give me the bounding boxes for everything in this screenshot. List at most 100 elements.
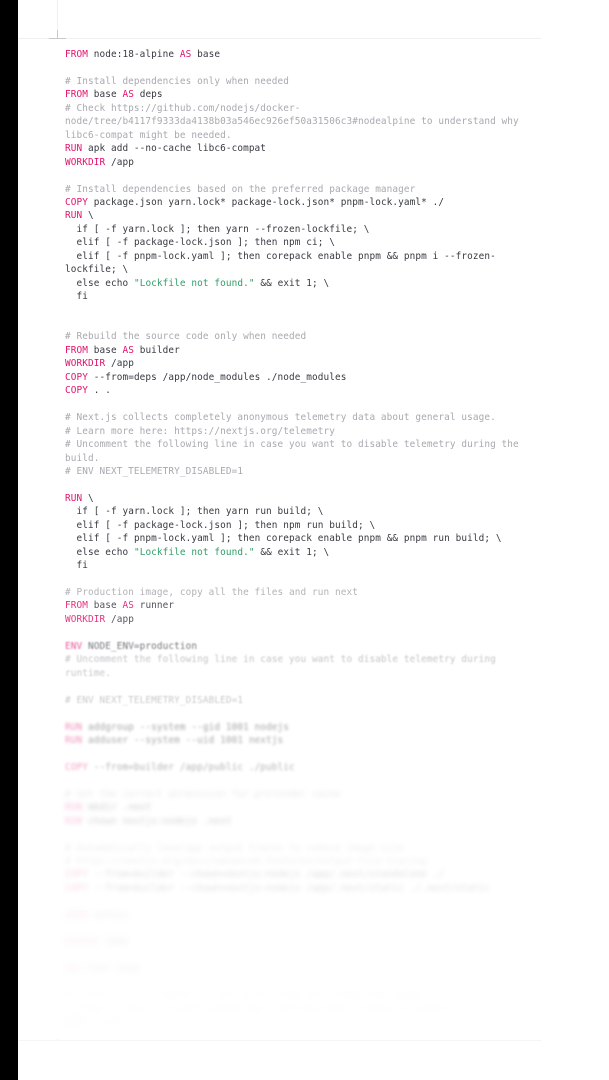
code-line: COPY --from=builder /app/public ./public [65,761,535,774]
code-line: EXPOSE 3000 [65,936,535,949]
code-line: else echo "Lockfile not found." && exit … [65,546,535,559]
code-token-plain: --from=builder /app/public ./public [87,761,295,773]
code-token-kw: COPY [65,761,88,773]
code-line: if [ -f yarn.lock ]; then yarn run build… [65,505,535,518]
code-token-kw: AS [122,89,134,101]
code-line: RUN apk add --no-cache libc6-compat [65,142,535,155]
code-token-comment: # Rebuild the source code only when need… [65,331,307,343]
code-line: RUN adduser --system --uid 1001 nextjs [65,734,535,747]
code-line: # https://nextjs.org/docs/pages/api-refe… [65,1003,535,1016]
code-line: WORKDIR /app [65,156,535,169]
code-token-plain: --from=builder --chown=nextjs:nodejs /ap… [87,882,491,894]
code-token-comment: # https://nextjs.org/docs/pages/api-refe… [65,1003,450,1015]
code-line: elif [ -f package-lock.json ]; then npm … [65,236,535,249]
code-token-kw: WORKDIR [65,358,106,370]
code-line: FROM base AS deps [65,88,535,101]
code-line: # Rebuild the source code only when need… [65,330,535,343]
code-token-plain: , [128,1017,140,1029]
code-token-kw: COPY [65,196,88,208]
code-token-plain: PORT 3000 [82,963,140,975]
code-token-comment: # ENV NEXT_TELEMETRY_DISABLED=1 [65,694,244,706]
left-edge-strip [0,0,18,1080]
code-token-plain: node:18-alpine [87,49,180,60]
code-token-kw: AS [122,600,134,612]
code-token-plain: /app [105,156,134,168]
code-token-plain: elif [ -f package-lock.json ]; then npm … [65,519,376,531]
code-line: RUN chown nextjs:nodejs .next [65,815,535,828]
code-line: COPY . . [65,384,535,397]
right-margin-whiteout [541,0,609,1080]
code-line: RUN \ [65,209,535,222]
code-token-kw: RUN [65,492,83,504]
code-token-kw: FROM [65,49,88,60]
code-token-kw: RUN [65,721,83,733]
code-line: # https://nextjs.org/docs/advanced-featu… [65,855,535,868]
code-token-plain: fi [65,291,88,303]
code-line: COPY --from=builder --chown=nextjs:nodej… [65,882,535,895]
code-line: # Check https://github.com/nodejs/docker… [65,102,535,142]
code-line: FROM base AS runner [65,599,535,612]
code-token-comment: # Automatically leverage output traces t… [65,842,404,854]
code-line: ENV NODE_ENV=production [65,640,535,653]
bottom-margin-whiteout [18,1041,609,1080]
code-token-comment: # ENV NEXT_TELEMETRY_DISABLED=1 [65,465,244,477]
code-line: # Install dependencies only when needed [65,75,535,88]
code-line: # Install dependencies based on the pref… [65,183,535,196]
code-token-plain: mkdir .next [82,802,152,814]
code-token-comment: # server.js is created by next build fro… [65,990,427,1002]
code-token-plain: chown nextjs:nodejs .next [82,815,232,827]
code-token-plain: runner [133,600,175,612]
code-token-kw: COPY [65,385,88,397]
code-token-kw: ENV [65,963,83,975]
code-token-plain: adduser --system --uid 1001 nextjs [82,734,284,746]
code-line: ENV PORT 3000 [65,963,535,976]
code-line: else echo "Lockfile not found." && exit … [65,277,535,290]
code-surface: FROM node:18-alpine AS base # Install de… [18,39,541,1039]
code-line: FROM node:18-alpine AS base [65,48,535,61]
code-token-plain: ] [202,1017,209,1029]
code-line: WORKDIR /app [65,613,535,626]
code-token-plain: base [87,344,123,356]
code-group: # Set the correct permission for prerend… [65,788,535,909]
code-token-kw: FROM [65,600,88,612]
code-line: if [ -f yarn.lock ]; then yarn --frozen-… [65,223,535,236]
code-token-plain: fi [65,560,88,572]
code-token-plain: if [ -f yarn.lock ]; then yarn run build… [65,506,324,518]
code-token-comment: # Learn more here: https://nextjs.org/te… [65,425,335,437]
code-line: COPY package.json yarn.lock* package-loc… [65,196,535,209]
code-token-kw: WORKDIR [65,156,106,168]
code-line: COPY --from=builder --chown=nextjs:nodej… [65,868,535,881]
code-line: elif [ -f pnpm-lock.yaml ]; then corepac… [65,532,535,545]
code-token-plain: elif [ -f pnpm-lock.yaml ]; then corepac… [65,250,496,276]
dockerfile-code-block[interactable]: FROM node:18-alpine AS base # Install de… [65,48,535,1030]
code-token-plain: --from=deps /app/node_modules ./node_mod… [87,371,347,383]
code-line: # Uncomment the following line in case y… [65,653,535,680]
code-line: # Uncomment the following line in case y… [65,438,535,465]
code-token-kw: EXPOSE [65,936,100,948]
code-token-plain: NODE_ENV=production [82,640,198,652]
code-line: RUN addgroup --system --gid 1001 nodejs [65,721,535,734]
code-line: FROM base AS builder [65,344,535,357]
code-token-kw: WORKDIR [65,613,106,625]
code-token-plain: else echo [65,546,134,558]
code-token-plain: && exit 1; \ [254,546,330,558]
code-token-kw: USER [65,909,88,921]
code-token-kw: COPY [65,882,88,894]
code-line: # Next.js collects completely anonymous … [65,411,535,424]
code-token-plain: \ [82,210,94,222]
code-group: FROM node:18-alpine AS base # Install de… [65,48,535,586]
code-token-plain: /app [105,358,134,370]
code-token-str: "Lockfile not found." [133,277,255,289]
code-token-str: "Lockfile not found." [133,546,255,558]
